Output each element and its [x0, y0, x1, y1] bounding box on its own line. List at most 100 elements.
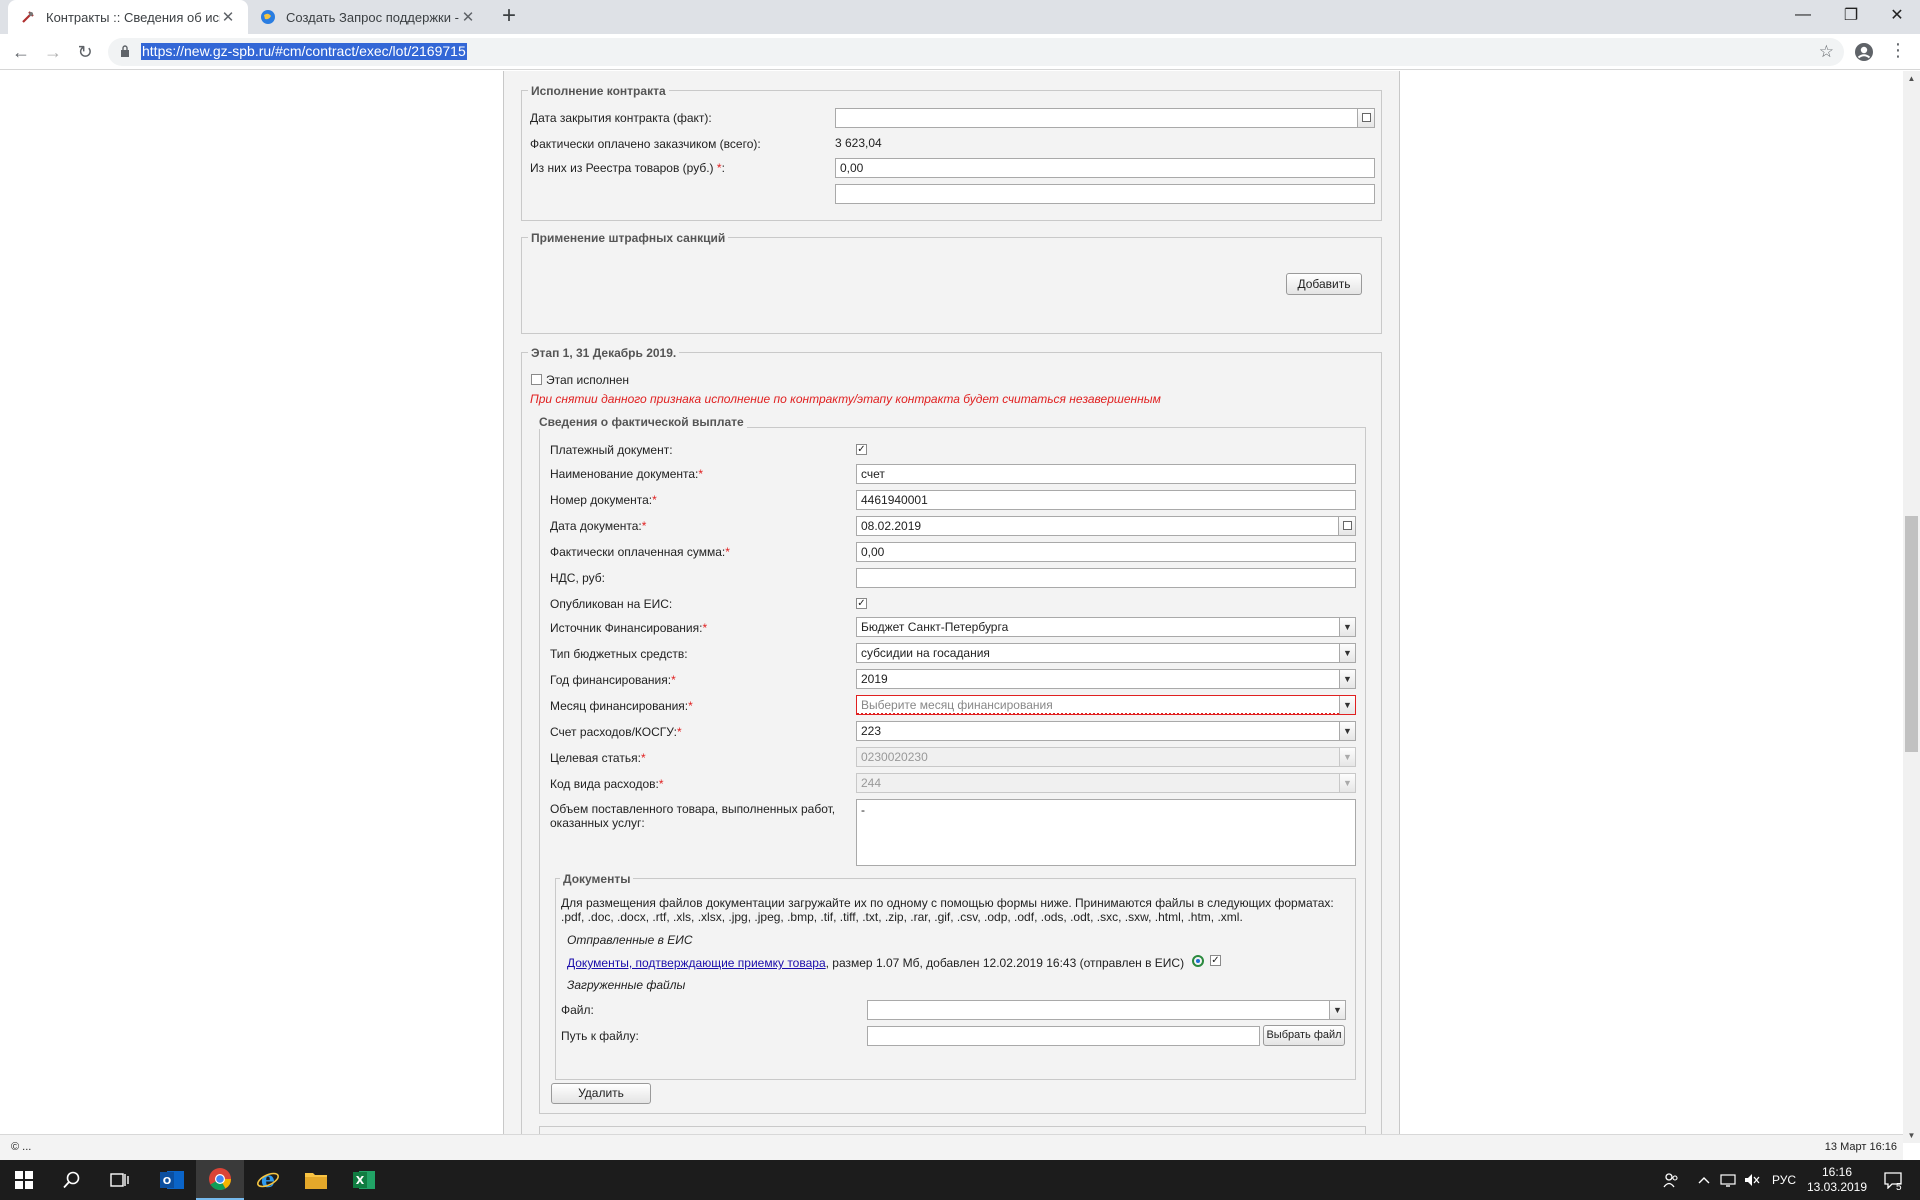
calendar-icon[interactable] [1357, 109, 1374, 127]
tab-contracts[interactable]: Контракты :: Сведения об испол ✕ [8, 0, 248, 34]
address-bar[interactable]: https://new.gz-spb.ru/#cm/contract/exec/… [108, 38, 1844, 66]
internet-explorer-icon[interactable]: e [244, 1160, 292, 1200]
budget-type-select[interactable]: субсидии на госадания ▼ [856, 643, 1356, 663]
registry-extra-input[interactable] [835, 184, 1375, 204]
fin-source-select[interactable]: Бюджет Санкт-Петербурга ▼ [856, 617, 1356, 637]
network-icon[interactable] [1716, 1160, 1740, 1200]
url-text[interactable]: https://new.gz-spb.ru/#cm/contract/exec/… [141, 43, 467, 60]
paid-total-label: Фактически оплачено заказчиком (всего): [530, 137, 761, 151]
sent-heading: Отправленные в ЕИС [567, 933, 693, 947]
account-icon[interactable] [1854, 42, 1874, 62]
browse-file-button[interactable]: Выбрать файл [1263, 1025, 1345, 1046]
tab-support[interactable]: Создать Запрос поддержки - Al ✕ [248, 0, 488, 34]
chevron-down-icon[interactable]: ▼ [1339, 644, 1355, 662]
scroll-up-icon[interactable]: ▲ [1903, 74, 1920, 83]
minimize-icon[interactable]: — [1780, 0, 1826, 30]
chevron-down-icon: ▼ [1339, 748, 1355, 766]
bookmark-star-icon[interactable]: ☆ [1819, 42, 1834, 62]
penalties-section [521, 237, 1382, 334]
status-right: 13 Март 16:16 [1824, 1141, 1897, 1153]
stage-done-checkbox[interactable] [531, 374, 542, 385]
paid-sum-input[interactable]: 0,00 [856, 542, 1356, 562]
chevron-down-icon[interactable]: ▼ [1339, 722, 1355, 740]
excel-icon[interactable]: X [340, 1160, 388, 1200]
doc-number-input[interactable]: 4461940001 [856, 490, 1356, 510]
volume-label-2: оказанных услуг: [550, 816, 645, 830]
file-explorer-icon[interactable] [292, 1160, 340, 1200]
tab-title: Контракты :: Сведения об испол [46, 9, 220, 25]
pay-doc-label: Платежный документ: [550, 443, 673, 457]
chevron-down-icon[interactable]: ▼ [1339, 618, 1355, 636]
status-left: © ... [11, 1141, 32, 1153]
doc-name-input[interactable]: счет [856, 464, 1356, 484]
doc-date-input[interactable]: 08.02.2019 [856, 516, 1356, 536]
published-checkbox[interactable]: ✓ [856, 598, 867, 609]
doc-number-label: Номер документа:* [550, 493, 657, 507]
menu-icon[interactable]: ⋮ [1886, 40, 1910, 64]
paid-sum-label: Фактически оплаченная сумма:* [550, 545, 730, 559]
chrome-icon[interactable] [196, 1160, 244, 1200]
documents-legend: Документы [560, 872, 634, 886]
calendar-icon[interactable] [1338, 517, 1355, 535]
doc-name-label: Наименование документа:* [550, 467, 704, 481]
account-select[interactable]: 223 ▼ [856, 721, 1356, 741]
scroll-thumb[interactable] [1905, 516, 1918, 752]
sent-file-link[interactable]: Документы, подтверждающие приемку товара [567, 956, 826, 970]
volume-textarea[interactable]: - [856, 799, 1356, 866]
file-select[interactable]: ▼ [867, 1000, 1346, 1020]
chevron-down-icon[interactable]: ▼ [1339, 670, 1355, 688]
registry-label: Из них из Реестра товаров (руб.) *: [530, 161, 725, 175]
tray-chevron-up-icon[interactable] [1692, 1160, 1716, 1200]
vat-input[interactable] [856, 568, 1356, 588]
target-label: Целевая статья:* [550, 751, 646, 765]
doc-date-label: Дата документа:* [550, 519, 647, 533]
close-date-input[interactable] [835, 108, 1375, 128]
fin-month-select[interactable]: Выберите месяц финансирования ▼ [856, 695, 1356, 715]
forward-icon[interactable]: → [41, 40, 65, 64]
registry-input[interactable]: 0,00 [835, 158, 1375, 178]
volume-muted-icon[interactable] [1740, 1160, 1764, 1200]
close-tab-icon[interactable]: ✕ [460, 8, 476, 26]
notifications-icon[interactable]: 5 [1872, 1160, 1914, 1200]
svg-text:O: O [163, 1176, 172, 1187]
taskbar: O e X РУС 16:16 13.03.2019 5 [0, 1160, 1920, 1200]
language-indicator[interactable]: РУС [1766, 1160, 1802, 1200]
delete-button[interactable]: Удалить [551, 1083, 651, 1104]
status-bar: © ... 13 Март 16:16 [0, 1134, 1903, 1160]
expense-code-select: 244 ▼ [856, 773, 1356, 793]
close-window-icon[interactable]: ✕ [1874, 0, 1920, 30]
uploaded-heading: Загруженные файлы [567, 978, 686, 992]
page-scrollbar[interactable]: ▲ ▼ [1903, 71, 1920, 1143]
browser-toolbar: ← → ↻ https://new.gz-spb.ru/#cm/contract… [0, 34, 1920, 70]
account-label: Счет расходов/КОСГУ:* [550, 725, 682, 739]
task-view-icon[interactable] [96, 1160, 144, 1200]
search-icon[interactable] [48, 1160, 96, 1200]
page-viewport: Исполнение контракта Дата закрытия контр… [0, 71, 1903, 1143]
expense-code-label: Код вида расходов:* [550, 777, 664, 791]
path-label: Путь к файлу: [561, 1029, 639, 1043]
fin-year-select[interactable]: 2019 ▼ [856, 669, 1356, 689]
restore-icon[interactable]: ❐ [1828, 0, 1874, 30]
refresh-status-icon[interactable] [1191, 954, 1205, 968]
sent-file-checkbox[interactable]: ✓ [1210, 955, 1221, 966]
path-input[interactable] [867, 1026, 1260, 1046]
notifications-count: 5 [1896, 1182, 1902, 1193]
windows-start-icon[interactable] [0, 1160, 48, 1200]
new-tab-button[interactable]: + [496, 4, 522, 30]
documents-info-2: .pdf, .doc, .docx, .rtf, .xls, .xlsx, .j… [561, 910, 1243, 924]
tools-icon [22, 11, 34, 23]
vat-label: НДС, руб: [550, 571, 606, 585]
target-select: 0230020230 ▼ [856, 747, 1356, 767]
clock[interactable]: 16:16 13.03.2019 [1802, 1160, 1872, 1200]
chevron-down-icon[interactable]: ▼ [1329, 1001, 1345, 1019]
back-icon[interactable]: ← [9, 40, 33, 64]
close-tab-icon[interactable]: ✕ [220, 8, 236, 26]
reload-icon[interactable]: ↻ [73, 40, 97, 64]
stage-warning: При снятии данного признака исполнение п… [530, 392, 1161, 406]
chevron-down-icon[interactable]: ▼ [1339, 696, 1355, 714]
outlook-icon[interactable]: O [148, 1160, 196, 1200]
pay-doc-checkbox[interactable]: ✓ [856, 444, 867, 455]
scroll-down-icon[interactable]: ▼ [1903, 1131, 1920, 1140]
people-icon[interactable] [1656, 1160, 1686, 1200]
add-penalty-button[interactable]: Добавить [1286, 273, 1362, 295]
